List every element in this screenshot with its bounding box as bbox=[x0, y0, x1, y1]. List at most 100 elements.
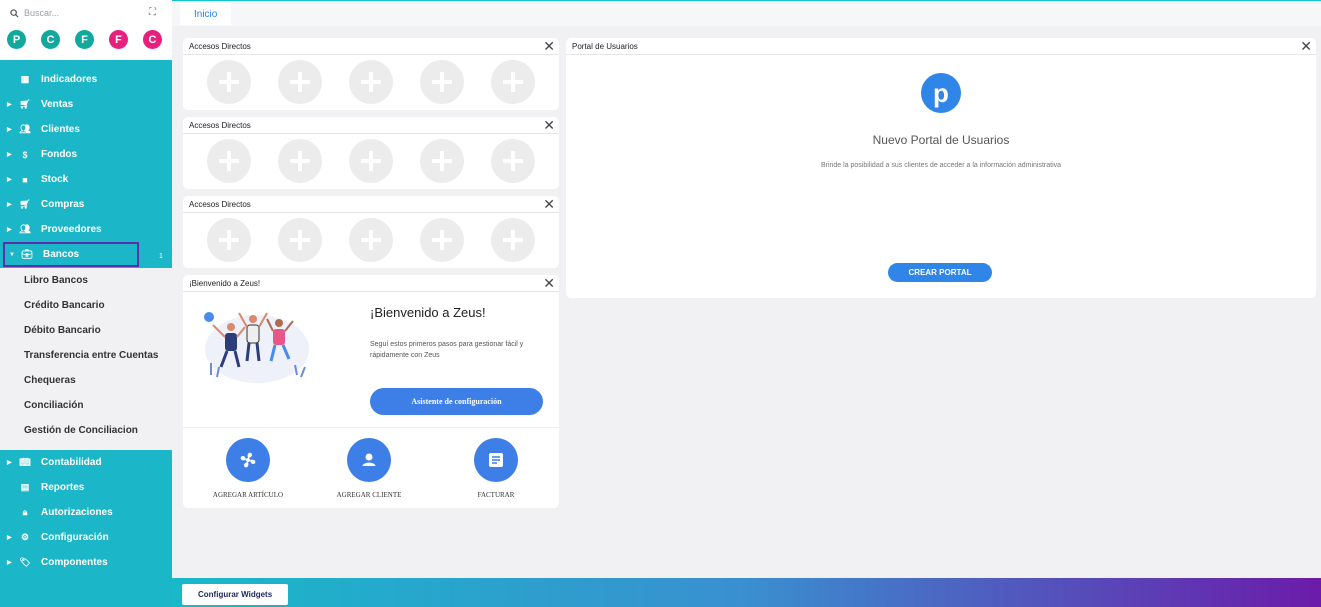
sidebar-item-bancos[interactable]: ▼ 💼︎ Bancos bbox=[3, 242, 139, 267]
gears-icon: ⚙ bbox=[20, 532, 30, 542]
shortcut-circle-c2[interactable]: C bbox=[143, 30, 162, 49]
dashboard-icon: ▦ bbox=[20, 74, 30, 84]
caret-right-icon: ▶ bbox=[7, 460, 12, 466]
sidebar-item-compras[interactable]: ▶ 🛒︎ Compras bbox=[0, 192, 172, 217]
sidebar-item-label: Ventas bbox=[41, 99, 74, 110]
add-shortcut-button[interactable] bbox=[420, 218, 464, 262]
sidebar-item-componentes[interactable]: ▶ 🏷︎ Componentes bbox=[0, 550, 172, 575]
sidebar-item-indicadores[interactable]: ▦ Indicadores bbox=[0, 67, 172, 92]
caret-down-icon: ▼ bbox=[9, 251, 15, 258]
submenu-transferencia[interactable]: Transferencia entre Cuentas bbox=[0, 343, 172, 368]
shortcut-slots bbox=[207, 218, 535, 262]
tag-icon: 🏷︎ bbox=[19, 557, 31, 567]
shortcuts-widget-1: Accesos Directos ✕ bbox=[183, 38, 559, 110]
widget-title: Accesos Directos bbox=[189, 120, 251, 130]
add-shortcut-button[interactable] bbox=[491, 218, 535, 262]
close-icon[interactable]: ✕ bbox=[543, 276, 555, 290]
add-shortcut-button[interactable] bbox=[491, 60, 535, 104]
search-placeholder: Buscar... bbox=[24, 8, 60, 18]
sidebar-item-label: Configuración bbox=[41, 532, 109, 543]
setup-wizard-button[interactable]: Asistente de configuración bbox=[370, 388, 543, 415]
widget-title: Portal de Usuarios bbox=[572, 41, 638, 51]
sidebar-item-label: Proveedores bbox=[41, 224, 102, 235]
add-shortcut-button[interactable] bbox=[278, 139, 322, 183]
shortcut-circle-c[interactable]: C bbox=[41, 30, 60, 49]
quick-add-article[interactable]: AGREGAR ARTÍCULO bbox=[188, 438, 308, 499]
sidebar-header: Buscar... ⛶ P C F F C bbox=[0, 0, 172, 60]
portal-logo: p bbox=[921, 73, 961, 113]
shortcut-circle-f[interactable]: F bbox=[75, 30, 94, 49]
add-shortcut-button[interactable] bbox=[207, 139, 251, 183]
welcome-widget: ¡Bienvenido a Zeus! ✕ ¡Bienvenido a Zeus… bbox=[183, 275, 559, 508]
add-shortcut-button[interactable] bbox=[349, 139, 393, 183]
quick-add-client[interactable]: AGREGAR CLIENTE bbox=[309, 438, 429, 499]
close-icon[interactable]: ✕ bbox=[543, 118, 555, 132]
shortcut-circle-f2[interactable]: F bbox=[109, 30, 128, 49]
sidebar-item-label: Fondos bbox=[41, 149, 78, 160]
quick-label: AGREGAR CLIENTE bbox=[336, 491, 402, 499]
quick-label: FACTURAR bbox=[477, 491, 515, 499]
sidebar-item-configuracion[interactable]: ▶ ⚙ Configuración bbox=[0, 525, 172, 550]
widget-header: Accesos Directos ✕ bbox=[183, 196, 559, 213]
add-shortcut-button[interactable] bbox=[491, 139, 535, 183]
portal-description: Brinde la posibilidad a sus clientes de … bbox=[820, 162, 1062, 169]
sidebar-item-label: Stock bbox=[41, 174, 69, 185]
submenu-credito-bancario[interactable]: Crédito Bancario bbox=[0, 293, 172, 318]
submenu-libro-bancos[interactable]: Libro Bancos bbox=[0, 268, 172, 293]
submenu-conciliacion[interactable]: Conciliación bbox=[0, 393, 172, 418]
bancos-badge: 1 bbox=[159, 253, 163, 260]
lock-icon: 🔒︎ bbox=[22, 507, 28, 517]
sidebar-item-ventas[interactable]: ▶ 🛒︎ Ventas bbox=[0, 92, 172, 117]
divider bbox=[183, 427, 559, 428]
sidebar-item-label: Contabilidad bbox=[41, 457, 102, 468]
shortcut-slots bbox=[207, 139, 535, 183]
sidebar-item-clientes[interactable]: ▶ 👥︎ Clientes bbox=[0, 117, 172, 142]
add-shortcut-button[interactable] bbox=[420, 139, 464, 183]
add-shortcut-button[interactable] bbox=[207, 60, 251, 104]
shortcuts-widget-3: Accesos Directos ✕ bbox=[183, 196, 559, 268]
configure-widgets-button[interactable]: Configurar Widgets bbox=[182, 584, 289, 605]
sidebar-item-autorizaciones[interactable]: 🔒︎ Autorizaciones bbox=[0, 500, 172, 525]
add-shortcut-button[interactable] bbox=[278, 218, 322, 262]
create-portal-button[interactable]: CREAR PORTAL bbox=[888, 263, 992, 282]
tab-inicio[interactable]: Inicio bbox=[180, 3, 232, 25]
add-shortcut-button[interactable] bbox=[349, 60, 393, 104]
add-shortcut-button[interactable] bbox=[278, 60, 322, 104]
add-shortcut-button[interactable] bbox=[420, 60, 464, 104]
people-icon: 👥︎ bbox=[19, 224, 31, 234]
submenu-gestion-conciliacion[interactable]: Gestión de Conciliacion bbox=[0, 418, 172, 443]
close-icon[interactable]: ✕ bbox=[543, 197, 555, 211]
sidebar: Buscar... ⛶ P C F F C ▦ Indicadores ▶ 🛒︎… bbox=[0, 0, 172, 607]
sidebar-item-label: Autorizaciones bbox=[41, 507, 113, 518]
document-icon bbox=[474, 438, 518, 482]
sidebar-item-fondos[interactable]: ▶ $ Fondos bbox=[0, 142, 172, 167]
caret-right-icon: ▶ bbox=[7, 177, 12, 183]
search-icon bbox=[10, 8, 19, 18]
close-icon[interactable]: ✕ bbox=[1300, 39, 1312, 53]
box-icon: ■ bbox=[22, 174, 28, 185]
sidebar-item-proveedores[interactable]: ▶ 👥︎ Proveedores bbox=[0, 217, 172, 242]
widget-header: Portal de Usuarios ✕ bbox=[566, 38, 1316, 55]
sidebar-item-label: Componentes bbox=[41, 557, 108, 568]
add-shortcut-button[interactable] bbox=[349, 218, 393, 262]
bottom-bar: Configurar Widgets bbox=[172, 578, 1321, 607]
close-icon[interactable]: ✕ bbox=[543, 39, 555, 53]
quick-label: AGREGAR ARTÍCULO bbox=[212, 491, 284, 499]
sidebar-item-contabilidad[interactable]: ▶ 📖︎ Contabilidad bbox=[0, 450, 172, 475]
add-shortcut-button[interactable] bbox=[207, 218, 251, 262]
fan-icon bbox=[226, 438, 270, 482]
sidebar-item-label: Compras bbox=[41, 199, 85, 210]
welcome-illustration bbox=[204, 312, 309, 383]
sidebar-item-stock[interactable]: ▶ ■ Stock bbox=[0, 167, 172, 192]
shortcut-circle-p[interactable]: P bbox=[7, 30, 26, 49]
submenu-debito-bancario[interactable]: Débito Bancario bbox=[0, 318, 172, 343]
search-input[interactable]: Buscar... bbox=[10, 8, 59, 18]
submenu-chequeras[interactable]: Chequeras bbox=[0, 368, 172, 393]
fullscreen-icon[interactable]: ⛶ bbox=[149, 7, 156, 18]
sidebar-item-label: Clientes bbox=[41, 124, 80, 135]
sidebar-item-reportes[interactable]: ▤ Reportes bbox=[0, 475, 172, 500]
portal-title: Nuevo Portal de Usuarios bbox=[872, 133, 1010, 147]
caret-right-icon: ▶ bbox=[7, 560, 12, 566]
quick-invoice[interactable]: FACTURAR bbox=[436, 438, 556, 499]
portal-widget: Portal de Usuarios ✕ p Nuevo Portal de U… bbox=[566, 38, 1316, 298]
